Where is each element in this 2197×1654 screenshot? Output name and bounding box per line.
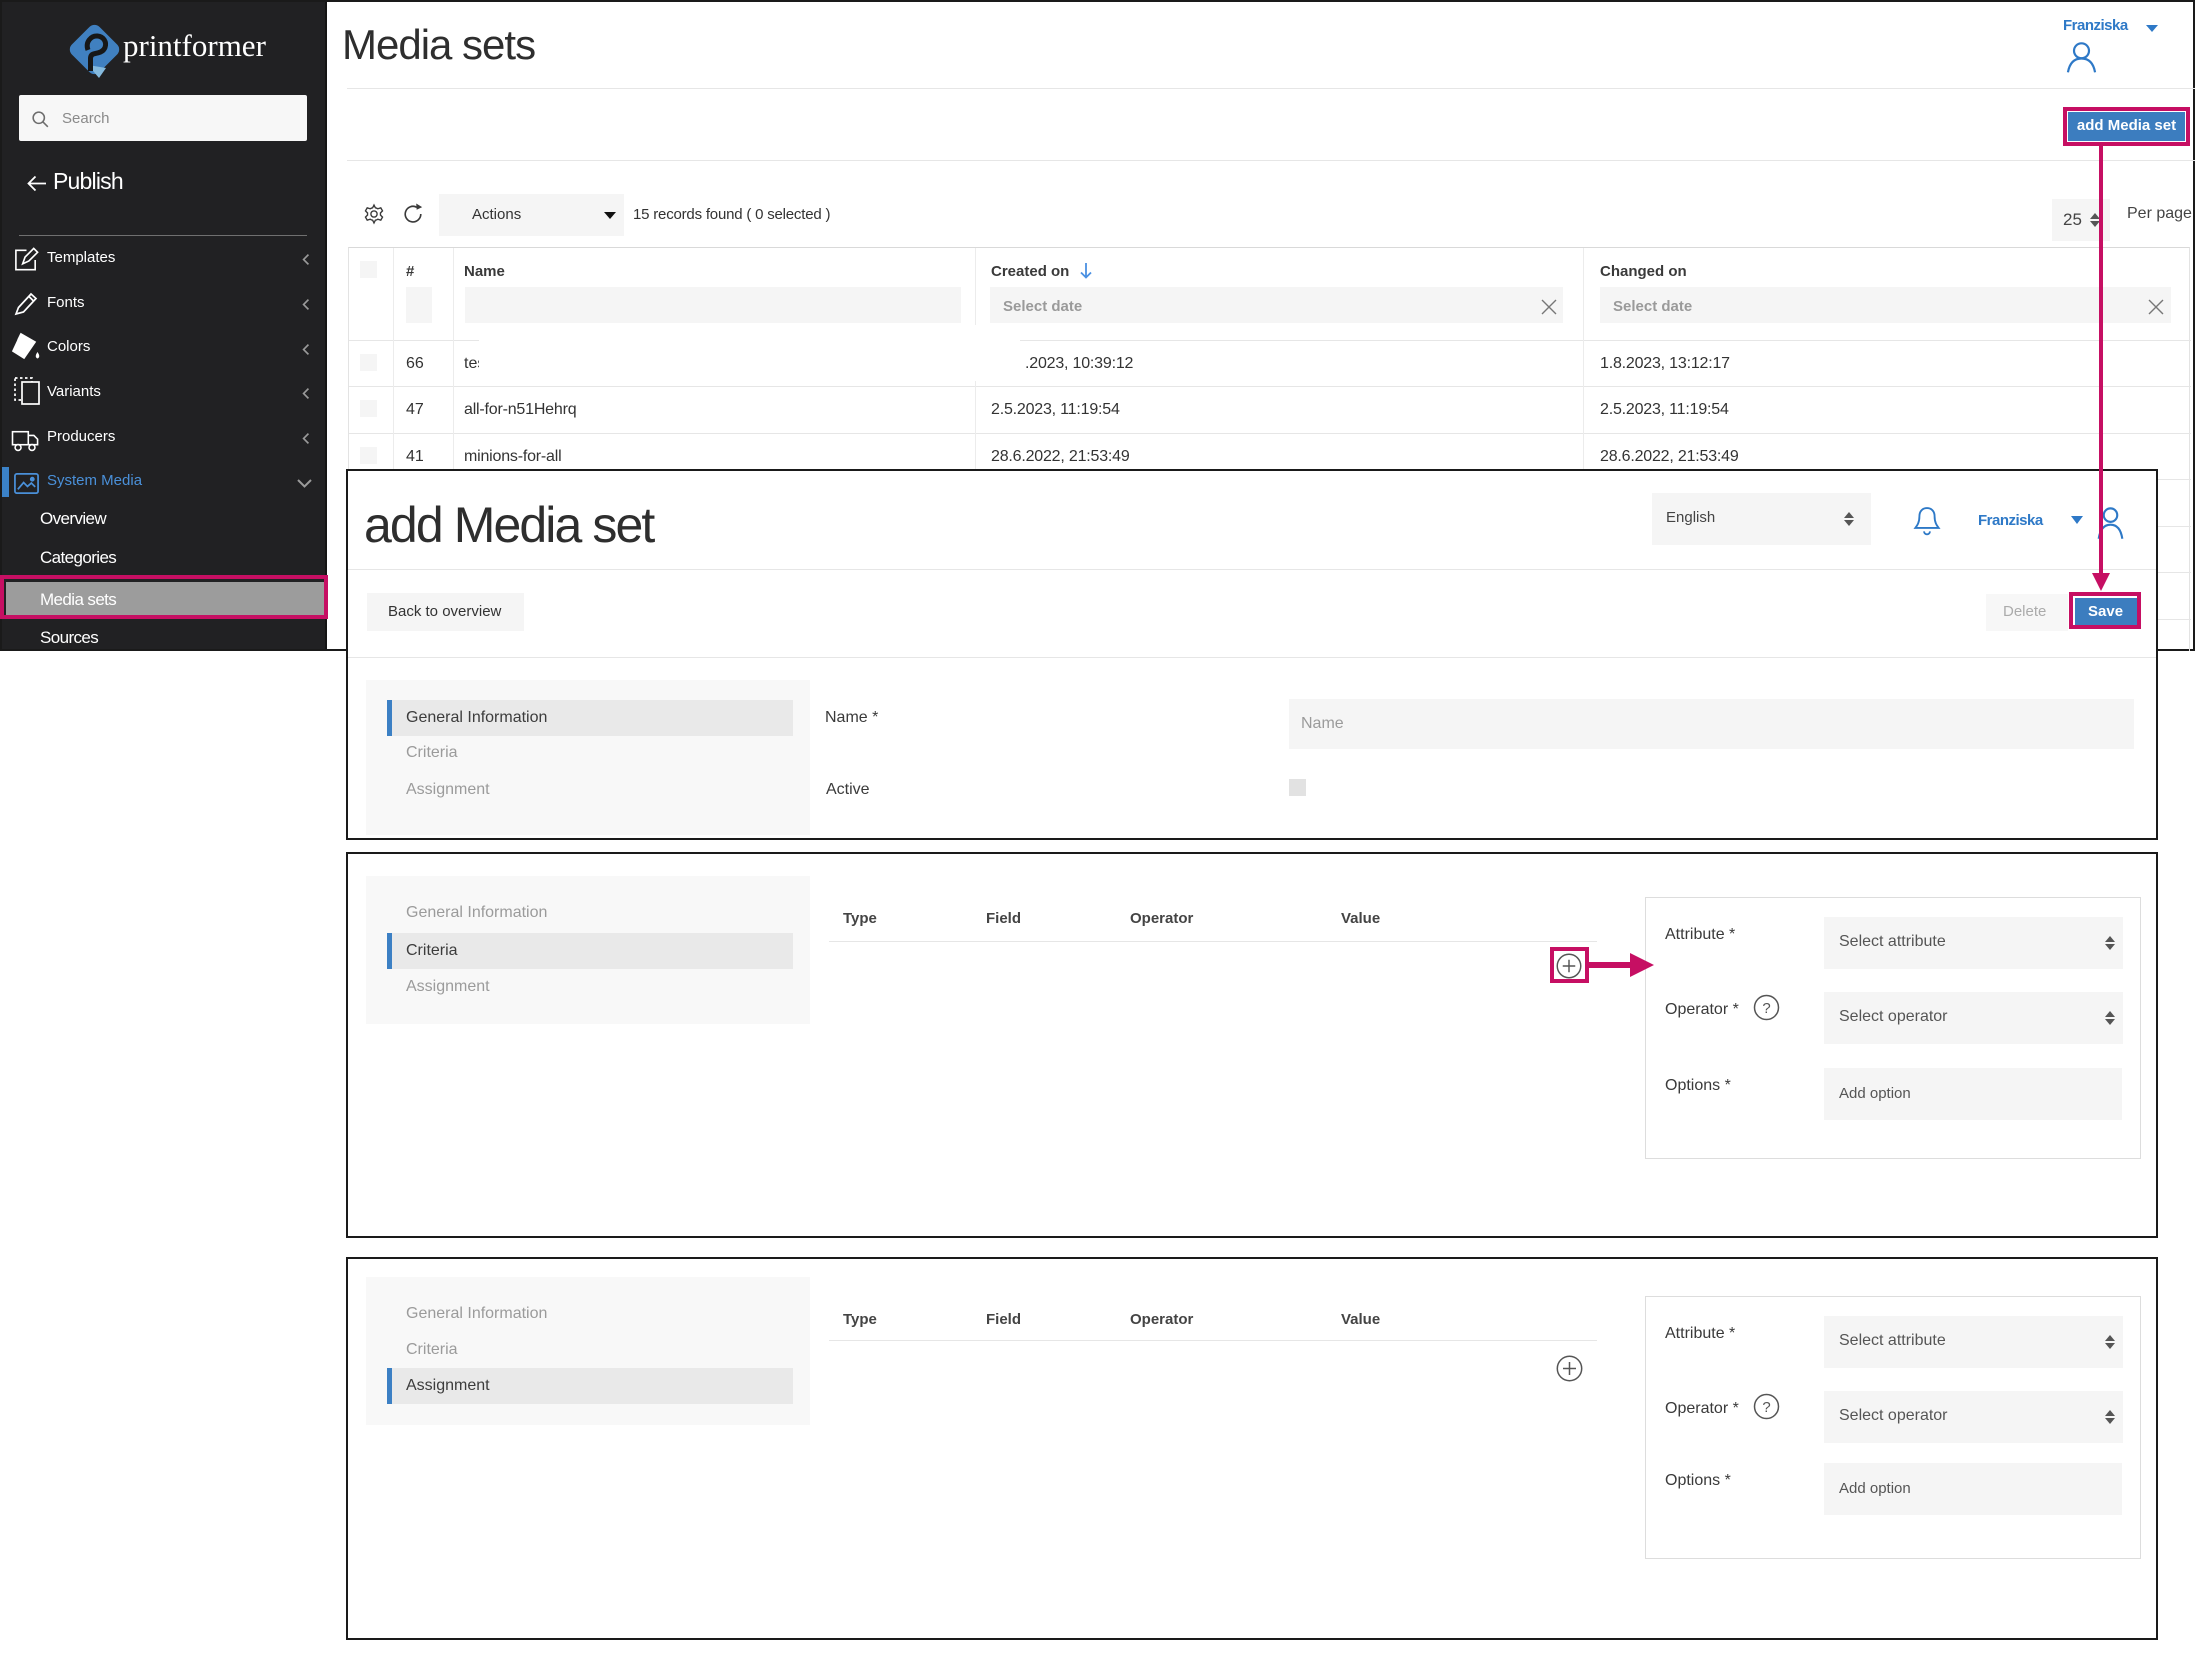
svg-text:?: ?: [1762, 1399, 1770, 1416]
svg-text:?: ?: [1762, 1000, 1770, 1017]
